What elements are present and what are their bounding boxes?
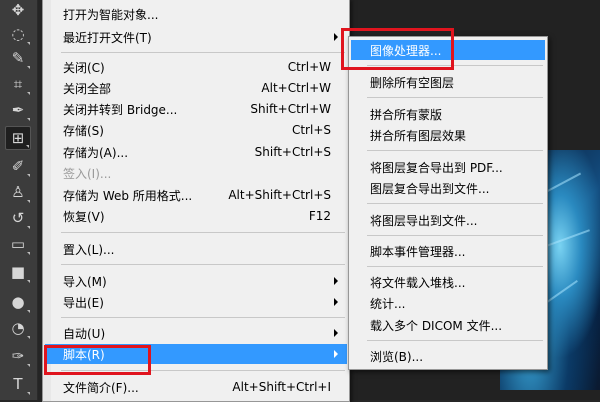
menu-item-label: 存储为 Web 所用格式... <box>63 188 193 203</box>
menu-item-label: 关闭并转到 Bridge... <box>63 102 178 117</box>
menu-item-label: 关闭(C) <box>63 60 105 75</box>
pen-tool-icon[interactable]: ✑ <box>5 344 31 368</box>
menu-item-label: 统计... <box>370 296 406 311</box>
submenu-item-delete-empty-layers[interactable]: 删除所有空图层 <box>351 72 545 92</box>
menu-item-label: 脚本事件管理器... <box>370 244 466 259</box>
menu-item-shortcut: Ctrl+S <box>291 123 331 137</box>
menu-item-label: 自动(U) <box>63 326 106 341</box>
menu-item-label: 拼合所有蒙版 <box>370 107 443 122</box>
menu-item-label: 图层复合导出到文件... <box>370 181 490 196</box>
submenu-arrow-icon <box>334 277 338 285</box>
menu-item-import[interactable]: 导入(M) <box>45 271 347 291</box>
lasso-tool-icon[interactable]: ◌ <box>5 22 31 46</box>
menu-item-save-for-web[interactable]: 存储为 Web 所用格式... Alt+Shift+Ctrl+S <box>45 185 347 205</box>
brush-tool-icon[interactable]: ✐ <box>5 154 31 178</box>
menu-item-label: 关闭全部 <box>63 81 112 96</box>
file-menu: 打开为智能对象... 最近打开文件(T) 关闭(C) Ctrl+W 关闭全部 A… <box>42 0 350 402</box>
tools-panel: ✥ ◌ ✎ ⌗ ✒ ⊞ ✐ ♙ ↺ ▭ ■ ● ◔ ✑ T <box>0 0 38 400</box>
menu-item-open-as-smart-object[interactable]: 打开为智能对象... <box>45 4 347 24</box>
menu-item-shortcut: Shift+Ctrl+S <box>254 145 331 159</box>
menu-separator <box>61 264 345 265</box>
submenu-item-flatten-masks[interactable]: 拼合所有蒙版 <box>351 104 545 124</box>
submenu-item-layer-comps-to-files[interactable]: 图层复合导出到文件... <box>351 178 545 198</box>
menu-item-label: 浏览(B)... <box>370 349 424 364</box>
submenu-item-export-layers-to-files[interactable]: 将图层导出到文件... <box>351 210 545 230</box>
menu-item-label: 签入(I)... <box>63 166 112 181</box>
menu-item-shortcut: Shift+Ctrl+W <box>250 102 331 116</box>
type-tool-icon[interactable]: T <box>5 372 31 396</box>
menu-item-file-info[interactable]: 文件简介(F)... Alt+Shift+Ctrl+I <box>45 377 347 397</box>
menu-item-shortcut: Alt+Shift+Ctrl+S <box>228 188 331 202</box>
menu-item-label: 文件简介(F)... <box>63 380 139 395</box>
menu-item-close-go-to-bridge[interactable]: 关闭并转到 Bridge... Shift+Ctrl+W <box>45 99 347 119</box>
menu-item-label: 置入(L)... <box>63 242 115 257</box>
menu-item-label: 存储为(A)... <box>63 145 129 160</box>
menu-separator <box>367 340 543 341</box>
submenu-item-load-dicom-files[interactable]: 载入多个 DICOM 文件... <box>351 315 545 335</box>
eyedropper-tool-icon[interactable]: ✒ <box>5 98 31 122</box>
menu-separator <box>61 317 345 318</box>
menu-item-save[interactable]: 存储(S) Ctrl+S <box>45 120 347 140</box>
menu-item-place[interactable]: 置入(L)... <box>45 239 347 259</box>
menu-item-label: 将图层导出到文件... <box>370 213 478 228</box>
dodge-tool-icon[interactable]: ◔ <box>5 316 31 340</box>
submenu-item-statistics[interactable]: 统计... <box>351 293 545 313</box>
submenu-arrow-icon <box>334 329 338 337</box>
menu-separator <box>367 97 543 98</box>
quick-select-tool-icon[interactable]: ✎ <box>5 46 31 70</box>
gradient-tool-icon[interactable]: ■ <box>5 260 31 284</box>
healing-brush-tool-icon[interactable]: ⊞ <box>5 126 31 150</box>
menu-item-label: 恢复(V) <box>63 209 105 224</box>
menu-separator <box>367 235 543 236</box>
menu-separator <box>61 232 345 233</box>
submenu-item-layer-comps-to-pdf[interactable]: 将图层复合导出到 PDF... <box>351 157 545 177</box>
history-brush-tool-icon[interactable]: ↺ <box>5 206 31 230</box>
annotation-box-image-processor <box>341 28 454 70</box>
menu-item-shortcut: Alt+Ctrl+W <box>261 81 331 95</box>
submenu-arrow-icon <box>334 33 338 41</box>
menu-item-label: 拼合所有图层效果 <box>370 128 467 143</box>
menu-item-label: 载入多个 DICOM 文件... <box>370 318 503 333</box>
menu-item-shortcut: Ctrl+W <box>287 60 331 74</box>
menu-item-shortcut: Alt+Shift+Ctrl+I <box>232 380 331 394</box>
menu-item-label: 导出(E) <box>63 295 104 310</box>
clone-stamp-tool-icon[interactable]: ♙ <box>5 180 31 204</box>
move-tool-icon[interactable]: ✥ <box>5 0 31 22</box>
submenu-arrow-icon <box>334 350 338 358</box>
menu-item-label: 导入(M) <box>63 274 107 289</box>
submenu-arrow-icon <box>334 298 338 306</box>
menu-item-shortcut: F12 <box>308 209 331 223</box>
menu-separator <box>367 203 543 204</box>
menu-item-open-recent[interactable]: 最近打开文件(T) <box>45 27 347 47</box>
menu-item-export[interactable]: 导出(E) <box>45 292 347 312</box>
eraser-tool-icon[interactable]: ▭ <box>5 232 31 256</box>
menu-item-label: 打开为智能对象... <box>63 7 159 22</box>
menu-item-close[interactable]: 关闭(C) Ctrl+W <box>45 57 347 77</box>
menu-item-label: 将文件载入堆栈... <box>370 275 466 290</box>
scripts-submenu: 图像处理器... 删除所有空图层 拼合所有蒙版 拼合所有图层效果 将图层复合导出… <box>348 36 548 370</box>
menu-item-label: 将图层复合导出到 PDF... <box>370 160 503 175</box>
menu-separator <box>367 150 543 151</box>
menu-item-label: 最近打开文件(T) <box>63 30 152 45</box>
menu-item-label: 存储(S) <box>63 123 104 138</box>
menu-item-save-as[interactable]: 存储为(A)... Shift+Ctrl+S <box>45 142 347 162</box>
menu-item-revert[interactable]: 恢复(V) F12 <box>45 206 347 226</box>
blur-tool-icon[interactable]: ● <box>5 290 31 314</box>
menu-item-close-all[interactable]: 关闭全部 Alt+Ctrl+W <box>45 78 347 98</box>
submenu-item-load-files-into-stack[interactable]: 将文件载入堆栈... <box>351 272 545 292</box>
crop-tool-icon[interactable]: ⌗ <box>5 72 31 96</box>
submenu-item-browse[interactable]: 浏览(B)... <box>351 346 545 366</box>
menu-item-label: 删除所有空图层 <box>370 75 455 90</box>
menu-item-automate[interactable]: 自动(U) <box>45 323 347 343</box>
menu-item-check-in: 签入(I)... <box>45 163 347 183</box>
submenu-item-script-events-manager[interactable]: 脚本事件管理器... <box>351 241 545 261</box>
annotation-box-scripts <box>44 345 151 375</box>
menu-separator <box>61 52 345 53</box>
menu-separator <box>367 266 543 267</box>
submenu-item-flatten-layer-effects[interactable]: 拼合所有图层效果 <box>351 125 545 145</box>
